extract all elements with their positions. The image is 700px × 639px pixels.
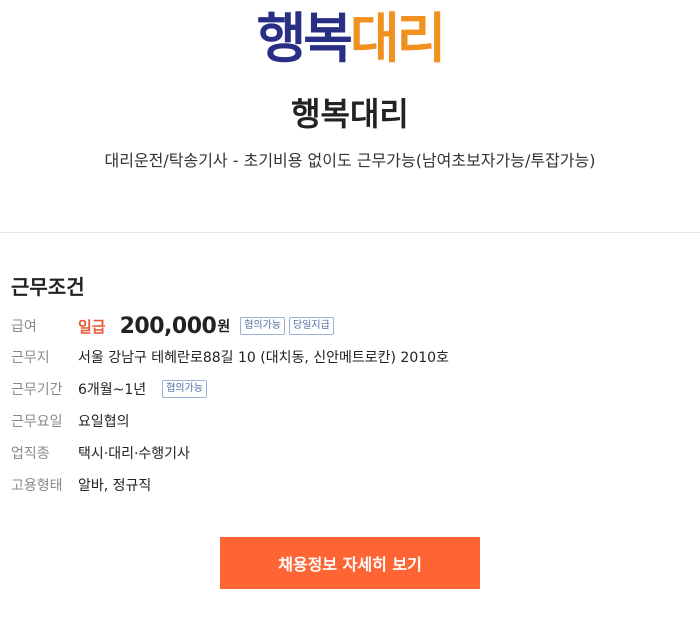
- negotiable-badge: 협의가능: [240, 317, 286, 335]
- salary-value: 일급 200,000 원 협의가능 당일지급: [78, 314, 338, 339]
- location-row: 근무지 서울 강남구 테헤란로88길 10 (대치동, 신안메트로칸) 2010…: [0, 341, 700, 373]
- same-day-pay-badge: 당일지급: [289, 317, 334, 335]
- logo-part-1: 행복: [256, 7, 353, 70]
- company-logo: 행복대리: [0, 4, 700, 74]
- pay-amount: 200,000: [119, 313, 217, 339]
- period-value-wrap: 6개월~1년 협의가능: [78, 379, 211, 399]
- pay-unit: 원: [217, 319, 231, 335]
- location-label: 근무지: [11, 350, 50, 366]
- job-type-row: 업직종 택시·대리·수행기사: [0, 437, 700, 469]
- job-type-label: 업직종: [11, 446, 50, 462]
- days-label: 근무요일: [11, 414, 63, 430]
- salary-label: 급여: [11, 319, 37, 335]
- company-name: 행복대리: [291, 95, 409, 133]
- company-header: 행복대리 행복대리 대리운전/탁송기사 - 초기비용 없이도 근무가능(남여초보…: [0, 0, 700, 232]
- days-row: 근무요일 요일협의: [0, 405, 700, 437]
- salary-row: 급여 일급 200,000 원 협의가능 당일지급: [0, 310, 700, 342]
- period-negotiable-badge: 협의가능: [162, 380, 207, 398]
- job-type-value: 택시·대리·수행기사: [78, 446, 190, 462]
- period-value: 6개월~1년: [78, 382, 147, 398]
- section-divider: [0, 232, 700, 233]
- employment-row: 고용형태 알바, 정규직: [0, 469, 700, 501]
- period-label: 근무기간: [11, 382, 63, 398]
- period-row: 근무기간 6개월~1년 협의가능: [0, 373, 700, 405]
- employment-value: 알바, 정규직: [78, 478, 152, 494]
- pay-type: 일급: [78, 317, 106, 336]
- logo-part-2: 대리: [350, 7, 446, 70]
- job-subtitle: 대리운전/탁송기사 - 초기비용 없이도 근무가능(남여초보자가능/투잡가능): [104, 151, 596, 170]
- days-value: 요일협의: [78, 414, 130, 430]
- employment-label: 고용형태: [11, 478, 63, 494]
- view-job-details-button[interactable]: 채용정보 자세히 보기: [220, 537, 480, 589]
- conditions-title: 근무조건: [11, 275, 85, 299]
- location-value: 서울 강남구 테헤란로88길 10 (대치동, 신안메트로칸) 2010호: [78, 350, 449, 366]
